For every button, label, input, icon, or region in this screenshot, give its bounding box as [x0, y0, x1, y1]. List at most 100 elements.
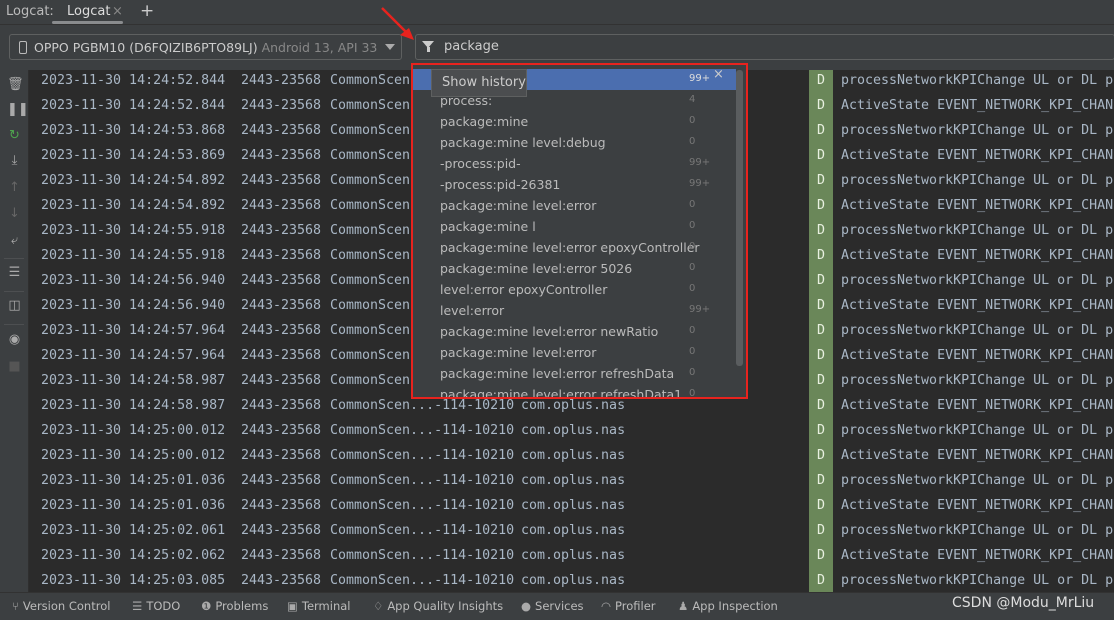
log-level-badge: D [809, 220, 833, 245]
log-time: 2023-11-30 14:24:52.844 [41, 98, 226, 113]
filter-value: package [444, 39, 499, 54]
arrow-up-icon[interactable]: ↑ [7, 181, 22, 195]
annotation-arrow-icon [381, 7, 414, 40]
log-message: processNetworkKPIChange UL or DL p [841, 323, 1114, 338]
history-item[interactable]: -process:pid- 99+ [413, 153, 736, 174]
log-time: 2023-11-30 14:25:03.085 [41, 573, 226, 588]
log-pid: 2443-23568 [241, 523, 322, 538]
history-item[interactable]: level:error 99+ [413, 300, 736, 321]
terminal-button[interactable]: ▣ Terminal [287, 599, 350, 613]
soft-wrap-icon[interactable]: ⤶ [7, 234, 22, 248]
watermark: CSDN @Modu_MrLiu [952, 595, 1095, 611]
log-time: 2023-11-30 14:25:02.062 [41, 548, 226, 563]
log-tag: CommonScen...-114-10210 [330, 498, 515, 513]
history-item-count: 99+ [689, 157, 711, 168]
history-item[interactable]: level:error epoxyController 0 [413, 279, 736, 300]
history-item[interactable]: package:mine 0 [413, 111, 736, 132]
problems-button[interactable]: ❶ Problems [201, 599, 268, 613]
log-row[interactable]: 2023-11-30 14:25:01.036 2443-23568 Commo… [30, 495, 1114, 520]
log-row[interactable]: 2023-11-30 14:25:00.012 2443-23568 Commo… [30, 420, 1114, 445]
log-pid: 2443-23568 [241, 373, 322, 388]
history-item-label: package:mine [440, 114, 529, 129]
log-tag: CommonScen...-114-10210 [330, 398, 515, 413]
log-row[interactable]: 2023-11-30 14:25:00.012 2443-23568 Commo… [30, 445, 1114, 470]
app-quality-insights-button[interactable]: ♢ App Quality Insights [373, 599, 503, 613]
history-item-label: package:mine level:error 5026 [440, 261, 633, 276]
todo-button[interactable]: ☰ TODO [132, 599, 180, 613]
app-inspection-button[interactable]: ♟ App Inspection [678, 599, 778, 613]
services-button[interactable]: ● Services [521, 599, 584, 613]
history-item[interactable]: package:mine level:error refreshData 0 [413, 363, 736, 384]
popup-scrollbar[interactable] [736, 70, 743, 366]
video-icon[interactable]: ■ [7, 360, 22, 374]
log-pid: 2443-23568 [241, 98, 322, 113]
log-message: ActiveState EVENT_NETWORK_KPI_CHAN [841, 498, 1114, 513]
log-tag: CommonScen...-114-10210 [330, 448, 515, 463]
settings-sliders-icon[interactable]: ☰ [7, 266, 22, 280]
log-message: processNetworkKPIChange UL or DL p [841, 123, 1114, 138]
log-level-badge: D [809, 295, 833, 320]
log-package: com.oplus.nas [521, 498, 626, 513]
device-selector[interactable]: OPPO PGBM10 (D6FQIZIB6PTO89LJ) Android 1… [9, 34, 402, 60]
log-time: 2023-11-30 14:24:58.987 [41, 373, 226, 388]
history-item-count: 0 [689, 220, 696, 231]
log-row[interactable]: 2023-11-30 14:25:01.036 2443-23568 Commo… [30, 470, 1114, 495]
add-tab-button[interactable]: + [140, 1, 154, 21]
history-item-label: package:mine level:error [440, 345, 597, 360]
log-time: 2023-11-30 14:25:02.061 [41, 523, 226, 538]
log-message: ActiveState EVENT_NETWORK_KPI_CHAN [841, 348, 1114, 363]
log-row[interactable]: 2023-11-30 14:25:02.061 2443-23568 Commo… [30, 520, 1114, 545]
history-item-label: level:error [440, 303, 505, 318]
log-pid: 2443-23568 [241, 573, 322, 588]
log-tag: CommonScen...-114-10210 [330, 548, 515, 563]
log-package: com.oplus.nas [521, 448, 626, 463]
log-level-badge: D [809, 495, 833, 520]
history-item[interactable]: package:mine level:error 0 [413, 195, 736, 216]
arrow-down-icon[interactable]: ↓ [7, 207, 22, 221]
history-item[interactable]: package:mine level:debug 0 [413, 132, 736, 153]
camera-icon[interactable]: ◉ [7, 333, 22, 347]
history-item[interactable]: package:mine level:error 0 [413, 342, 736, 363]
close-icon[interactable]: × [713, 67, 724, 82]
log-time: 2023-11-30 14:24:56.940 [41, 273, 226, 288]
close-icon[interactable]: × [112, 4, 123, 19]
trash-icon[interactable]: 🗑 [7, 78, 24, 92]
restart-icon[interactable]: ↻ [7, 129, 22, 143]
log-level-badge: D [809, 395, 833, 420]
history-item[interactable]: package:mine level:error 5026 0 [413, 258, 736, 279]
active-tab-indicator [52, 21, 123, 24]
log-pid: 2443-23568 [241, 248, 322, 263]
log-package: com.oplus.nas [521, 548, 626, 563]
history-item[interactable]: package:mine level:error epoxyController… [413, 237, 736, 258]
log-row[interactable]: 2023-11-30 14:25:02.062 2443-23568 Commo… [30, 545, 1114, 570]
log-level-badge: D [809, 245, 833, 270]
pause-icon[interactable]: ❚❚ [7, 103, 29, 117]
history-item[interactable]: package:mine level:error newRatio 0 [413, 321, 736, 342]
split-view-icon[interactable]: ◫ [7, 299, 22, 313]
log-level-badge: D [809, 145, 833, 170]
tab-logcat[interactable]: Logcat [67, 4, 110, 19]
log-level-badge: D [809, 120, 833, 145]
history-item[interactable]: -process:pid-26381 99+ [413, 174, 736, 195]
log-message: processNetworkKPIChange UL or DL p [841, 373, 1114, 388]
history-item[interactable]: package:mine l 0 [413, 216, 736, 237]
log-pid: 2443-23568 [241, 398, 322, 413]
status-bar: ⑂ Version Control ☰ TODO ❶ Problems ▣ Termin… [0, 592, 1114, 620]
log-message: processNetworkKPIChange UL or DL p [841, 473, 1114, 488]
log-message: ActiveState EVENT_NETWORK_KPI_CHAN [841, 248, 1114, 263]
version-control-button[interactable]: ⑂ Version Control [12, 599, 110, 613]
filter-input[interactable]: package [415, 34, 1114, 60]
history-item[interactable]: package:mine level:error refreshData1 0 [413, 384, 736, 399]
log-tag: CommonScen...-114-10210 [330, 473, 515, 488]
log-time: 2023-11-30 14:24:54.892 [41, 173, 226, 188]
history-item-label: package:mine l [440, 219, 536, 234]
log-pid: 2443-23568 [241, 298, 322, 313]
show-history-tooltip: Show history [431, 69, 527, 97]
log-tag: CommonScen...-114-10210 [330, 523, 515, 538]
log-package: com.oplus.nas [521, 398, 626, 413]
profiler-button[interactable]: ◠ Profiler [601, 599, 656, 613]
scroll-to-end-icon[interactable]: ⤓ [7, 154, 22, 168]
log-level-badge: D [809, 270, 833, 295]
log-message: processNetworkKPIChange UL or DL p [841, 573, 1114, 588]
history-item-count: 0 [689, 388, 696, 399]
